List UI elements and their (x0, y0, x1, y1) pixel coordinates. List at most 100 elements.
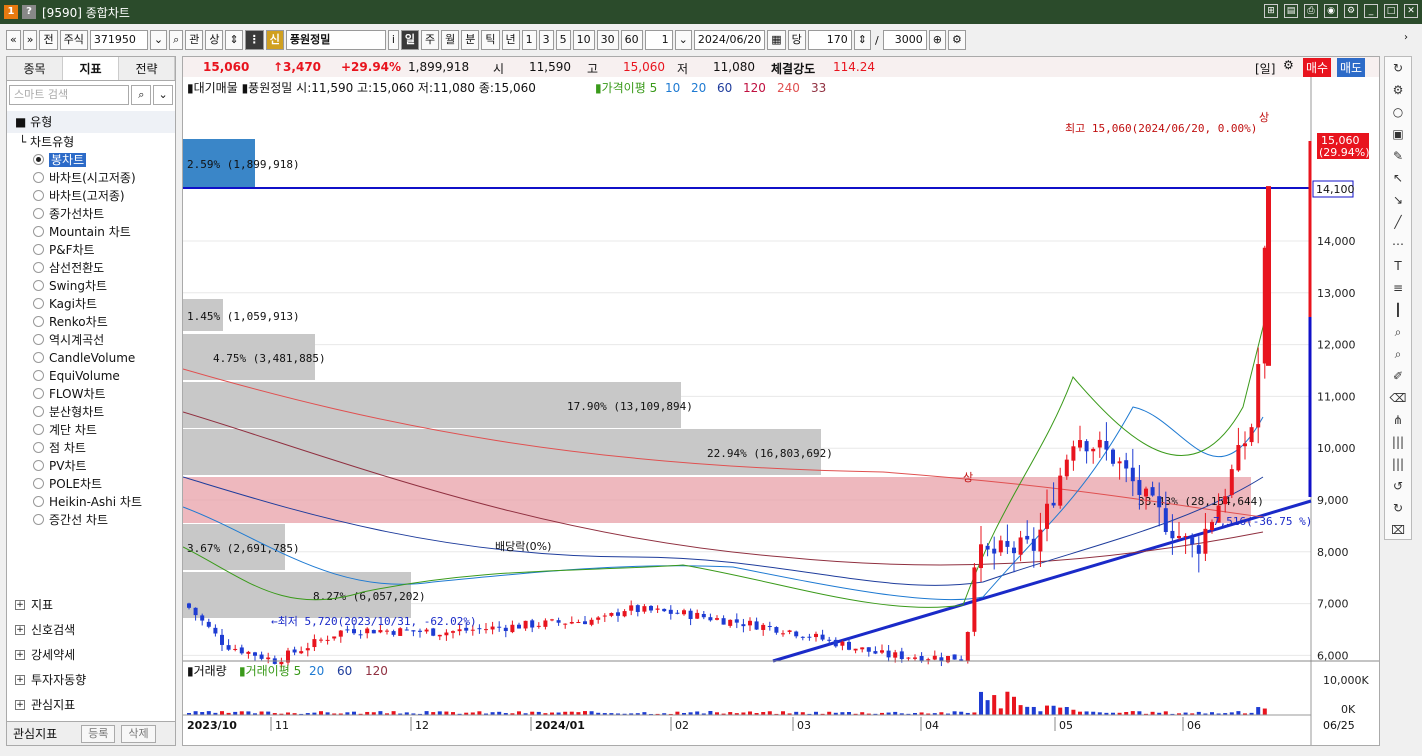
auto-icon[interactable]: ⋯ (1385, 233, 1411, 255)
radio-icon[interactable] (33, 388, 44, 399)
period-month[interactable]: 월 (441, 30, 460, 50)
radio-icon[interactable] (33, 280, 44, 291)
node-strength[interactable]: + 강세약세 (7, 643, 175, 668)
settings-icon[interactable]: ⚙ (1344, 4, 1358, 18)
chart-type-item[interactable]: 종가선차트 (7, 205, 175, 223)
radio-icon[interactable] (33, 262, 44, 273)
all-button[interactable]: 전 (39, 30, 58, 50)
chart-type-item[interactable]: Renko차트 (7, 313, 175, 331)
chart-type-item[interactable]: 증간선 차트 (7, 511, 175, 529)
chart-type-item[interactable]: PV차트 (7, 457, 175, 475)
search-icon[interactable]: ⌕ (169, 30, 184, 50)
calendar-icon[interactable]: ▦ (767, 30, 786, 50)
radio-icon[interactable] (33, 478, 44, 489)
dang-button[interactable]: 당 (787, 30, 806, 50)
text-icon[interactable]: T (1385, 255, 1411, 277)
magnifier2-icon[interactable]: ⌕ (1385, 343, 1411, 365)
smart-search-input[interactable]: 스마트 검색 (9, 85, 130, 105)
radio-icon[interactable] (33, 298, 44, 309)
period-minute[interactable]: 분 (461, 30, 480, 50)
chart-type-item[interactable]: 분산형차트 (7, 403, 175, 421)
redo-icon[interactable]: ↻ (1385, 497, 1411, 519)
circle-icon[interactable]: ○ (1385, 101, 1411, 123)
prev-button[interactable]: « (6, 30, 21, 50)
sell-button[interactable]: 매도 (1337, 58, 1366, 77)
num-3[interactable]: 3 (538, 30, 554, 50)
num-1[interactable]: 1 (521, 30, 537, 50)
chart-area[interactable]: 15,060 ↑3,470 +29.94% 1,899,918 시 11,590… (182, 56, 1380, 746)
chart-icon[interactable]: ▣ (1385, 123, 1411, 145)
brush-icon[interactable]: ✐ (1385, 365, 1411, 387)
chart-type-node[interactable]: └ 차트유형 (7, 133, 175, 151)
price-chart[interactable]: ▮대기매물 ▮풍원정밀 시:11,590 고:15,060 저:11,080 종… (183, 77, 1379, 745)
help-icon[interactable]: ? (22, 5, 36, 19)
radio-icon[interactable] (33, 514, 44, 525)
kwan-button[interactable]: 관 (185, 30, 204, 50)
radio-icon[interactable] (33, 190, 44, 201)
period-day[interactable]: 일 (400, 30, 420, 50)
chart-type-item[interactable]: FLOW차트 (7, 385, 175, 403)
chart-type-item[interactable]: P&F차트 (7, 241, 175, 259)
num-10[interactable]: 10 (572, 30, 595, 50)
radio-icon[interactable] (33, 226, 44, 237)
chart-type-item[interactable]: Swing차트 (7, 277, 175, 295)
info-button[interactable]: i (387, 30, 399, 50)
refresh-icon[interactable]: ↻ (1385, 57, 1411, 79)
chart-type-item[interactable]: 계단 차트 (7, 421, 175, 439)
radio-icon[interactable] (33, 424, 44, 435)
print-icon[interactable]: ⎙ (1304, 4, 1318, 18)
sang-button[interactable]: 상 (205, 30, 224, 50)
chart-type-item[interactable]: 삼선전환도 (7, 259, 175, 277)
memo-icon[interactable]: ▤ (1284, 4, 1298, 18)
chart-type-item[interactable]: 바차트(시고저종) (7, 169, 175, 187)
view-count-input[interactable]: 170 (807, 30, 852, 50)
zoom-icon[interactable]: ⊕ (928, 30, 946, 50)
tab-indicator[interactable]: 지표 (63, 57, 119, 80)
camera-icon[interactable]: ◉ (1324, 4, 1338, 18)
radio-icon[interactable] (33, 370, 44, 381)
node-indicator[interactable]: + 지표 (7, 593, 175, 618)
radio-icon[interactable] (33, 208, 44, 219)
maximize-button[interactable]: □ (1384, 4, 1398, 18)
node-investor[interactable]: + 투자자동향 (7, 668, 175, 693)
period-year[interactable]: 년 (501, 30, 520, 50)
code-dropdown-icon[interactable]: ⌄ (149, 30, 168, 50)
period-week[interactable]: 주 (421, 30, 440, 50)
candle-icon[interactable]: ┃ (1385, 299, 1411, 321)
dots-icon[interactable]: ⋮ (244, 30, 264, 50)
radio-icon[interactable] (33, 154, 44, 165)
toolbar-settings-icon[interactable]: ⚙ (947, 30, 966, 50)
radio-icon[interactable] (33, 172, 44, 183)
chart-type-item[interactable]: Kagi차트 (7, 295, 175, 313)
trash-icon[interactable]: ⌧ (1385, 519, 1411, 541)
num-5[interactable]: 5 (555, 30, 571, 50)
tab-strategy[interactable]: 전략 (119, 57, 175, 80)
chart-type-item[interactable]: 점 차트 (7, 439, 175, 457)
all-icon[interactable]: ≡ (1385, 277, 1411, 299)
magnifier-icon[interactable]: ⌕ (1385, 321, 1411, 343)
chart-type-item[interactable]: Mountain 차트 (7, 223, 175, 241)
chart-type-item[interactable]: EquiVolume (7, 367, 175, 385)
pencil-icon[interactable]: ✎ (1385, 145, 1411, 167)
chart-type-item[interactable]: 역시계곡선 (7, 331, 175, 349)
bars-icon[interactable]: ||| (1385, 431, 1411, 453)
expand-icon[interactable]: ⌄ (153, 85, 173, 105)
period-tick[interactable]: 틱 (481, 30, 500, 50)
chart-type-item[interactable]: POLE차트 (7, 475, 175, 493)
type-group[interactable]: ■ 유형 (7, 111, 175, 133)
search-icon[interactable]: ⌕ (131, 85, 152, 105)
minimize-button[interactable]: _ (1364, 4, 1378, 18)
radio-icon[interactable] (33, 334, 44, 345)
link-icon[interactable]: ⊞ (1264, 4, 1278, 18)
node-signal[interactable]: + 신호검색 (7, 618, 175, 643)
node-favorite[interactable]: + 관심지표 (7, 693, 175, 718)
num-60[interactable]: 60 (620, 30, 643, 50)
date-input[interactable]: 2024/06/20 (693, 30, 766, 50)
bars2-icon[interactable]: ||| (1385, 453, 1411, 475)
view-spin-icon[interactable]: ⇕ (853, 30, 872, 50)
radio-icon[interactable] (33, 496, 44, 507)
radio-icon[interactable] (33, 316, 44, 327)
line-icon[interactable]: ╱ (1385, 211, 1411, 233)
count-dropdown-icon[interactable]: ⌄ (674, 30, 692, 50)
cursor-icon[interactable]: ↖ (1385, 167, 1411, 189)
